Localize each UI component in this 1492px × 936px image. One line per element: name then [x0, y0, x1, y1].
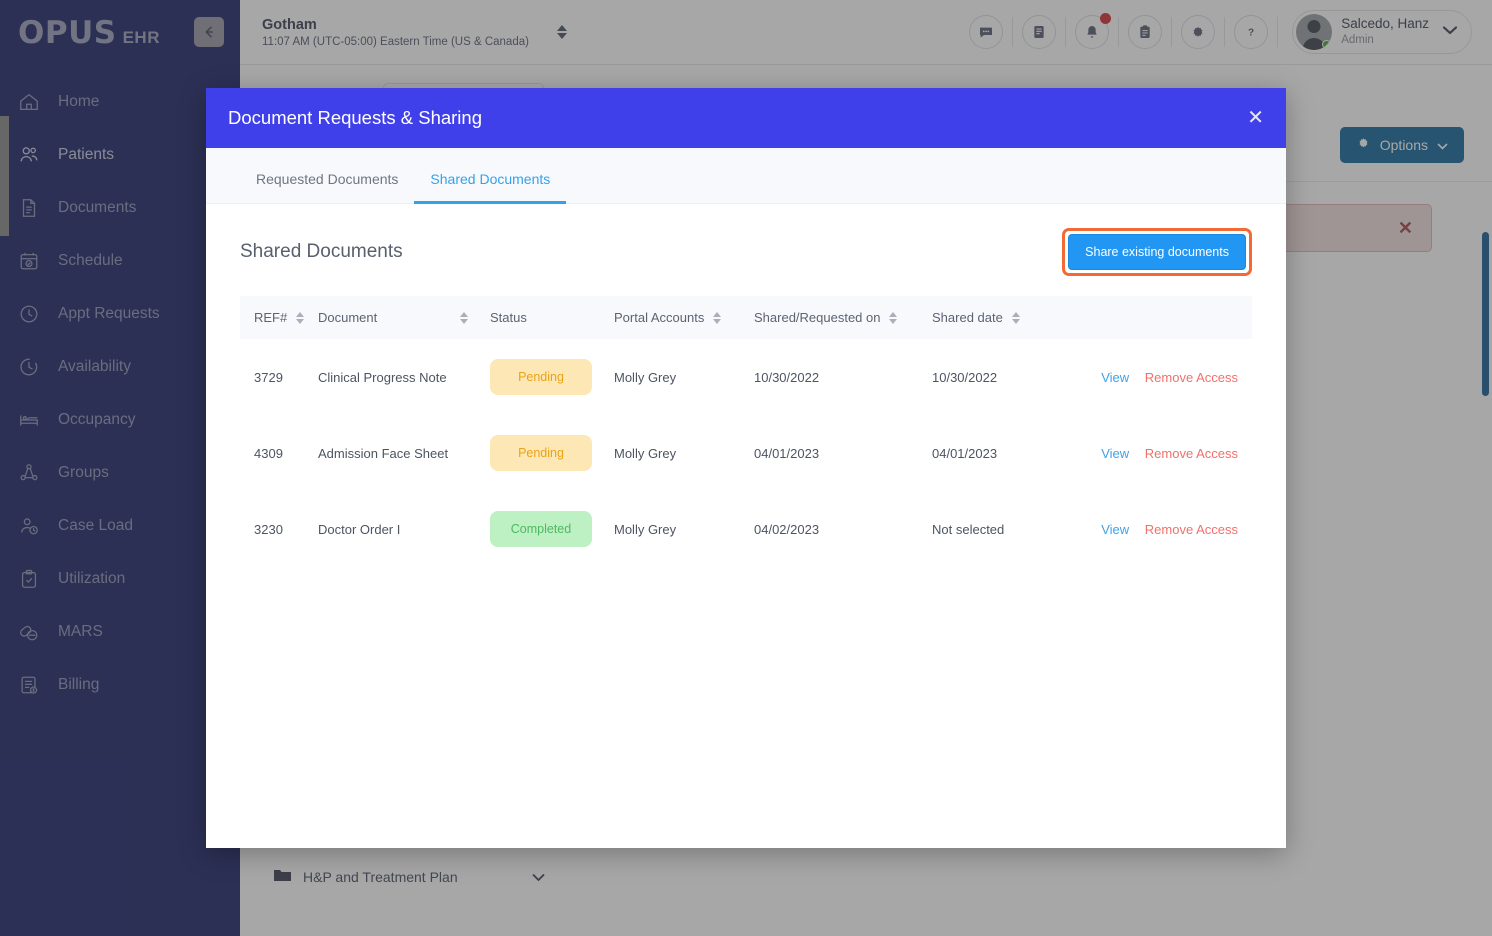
- cell-shared-date: Not selected: [932, 521, 1005, 537]
- cell-shared-date: 10/30/2022: [932, 369, 998, 385]
- column-header-shared-date[interactable]: Shared date: [932, 296, 1092, 339]
- sort-icon[interactable]: [1011, 311, 1020, 324]
- table-row: 3230 Doctor Order I Completed Molly Grey…: [240, 491, 1252, 567]
- modal-tabs: Requested Documents Shared Documents: [206, 148, 1286, 204]
- status-badge: Pending: [490, 359, 592, 395]
- table-header: REF# Document Status Portal Accounts Sha…: [240, 296, 1252, 339]
- view-link[interactable]: View: [1101, 522, 1129, 537]
- cell-status: Pending: [490, 339, 614, 415]
- cell-shared-requested-on: 04/02/2023: [754, 521, 820, 537]
- modal-body: Shared Documents Share existing document…: [206, 204, 1286, 567]
- cell-shared-date: 04/01/2023: [932, 445, 998, 461]
- sort-icon[interactable]: [713, 311, 722, 324]
- cell-actions: View Remove Access: [1092, 491, 1252, 567]
- cell-ref: 3230: [254, 521, 283, 537]
- cell-portal-account: Molly Grey: [614, 521, 677, 537]
- cell-document: Clinical Progress Note: [318, 369, 447, 385]
- cell-portal-account: Molly Grey: [614, 445, 677, 461]
- column-header-shared-requested-on[interactable]: Shared/Requested on: [754, 296, 932, 339]
- cell-shared-requested-on: 04/01/2023: [754, 445, 820, 461]
- column-label: REF#: [254, 310, 288, 325]
- column-label: Portal Accounts: [614, 310, 705, 325]
- sort-icon[interactable]: [889, 311, 898, 324]
- share-existing-documents-focus-ring: Share existing documents: [1062, 228, 1252, 276]
- app-root: OPUS EHR Home Patients Documents Schedul…: [0, 0, 1492, 936]
- view-link[interactable]: View: [1101, 446, 1129, 461]
- cell-document: Doctor Order I: [318, 521, 401, 537]
- sort-icon[interactable]: [296, 311, 305, 324]
- cell-document: Admission Face Sheet: [318, 445, 449, 461]
- cell-actions: View Remove Access: [1092, 415, 1252, 491]
- table-body: 3729 Clinical Progress Note Pending Moll…: [240, 339, 1252, 567]
- shared-documents-header: Shared Documents Share existing document…: [240, 228, 1252, 276]
- column-label: Shared date: [932, 310, 1003, 325]
- remove-access-link[interactable]: Remove Access: [1145, 446, 1238, 461]
- column-label: Status: [490, 310, 527, 325]
- status-badge: Completed: [490, 511, 592, 547]
- view-link[interactable]: View: [1101, 370, 1129, 385]
- section-title: Shared Documents: [240, 241, 403, 262]
- table-row: 3729 Clinical Progress Note Pending Moll…: [240, 339, 1252, 415]
- sort-icon[interactable]: [460, 311, 468, 324]
- table-row: 4309 Admission Face Sheet Pending Molly …: [240, 415, 1252, 491]
- cell-shared-requested-on: 10/30/2022: [754, 369, 820, 385]
- column-header-actions: [1092, 296, 1252, 339]
- remove-access-link[interactable]: Remove Access: [1145, 370, 1238, 385]
- cell-actions: View Remove Access: [1092, 339, 1252, 415]
- column-label: Document: [318, 310, 378, 325]
- column-header-document[interactable]: Document: [318, 296, 490, 339]
- column-header-ref[interactable]: REF#: [240, 296, 318, 339]
- document-requests-sharing-modal: Document Requests & Sharing ✕ Requested …: [206, 88, 1286, 848]
- close-icon[interactable]: ✕: [1247, 108, 1264, 128]
- table-header-row: REF# Document Status Portal Accounts Sha…: [240, 296, 1252, 339]
- cell-ref: 4309: [254, 445, 283, 461]
- cell-portal-account: Molly Grey: [614, 369, 677, 385]
- status-badge: Pending: [490, 435, 592, 471]
- cell-status: Completed: [490, 491, 614, 567]
- remove-access-link[interactable]: Remove Access: [1145, 522, 1238, 537]
- cell-status: Pending: [490, 415, 614, 491]
- modal-header: Document Requests & Sharing ✕: [206, 88, 1286, 148]
- column-label: Shared/Requested on: [754, 310, 881, 325]
- tab-shared-documents[interactable]: Shared Documents: [414, 171, 567, 204]
- column-header-status: Status: [490, 296, 614, 339]
- tab-requested-documents[interactable]: Requested Documents: [240, 171, 414, 203]
- cell-ref: 3729: [254, 369, 283, 385]
- shared-documents-table: REF# Document Status Portal Accounts Sha…: [240, 296, 1252, 567]
- modal-title: Document Requests & Sharing: [228, 107, 482, 128]
- column-header-portal-accounts[interactable]: Portal Accounts: [614, 296, 754, 339]
- share-existing-documents-button[interactable]: Share existing documents: [1068, 234, 1246, 270]
